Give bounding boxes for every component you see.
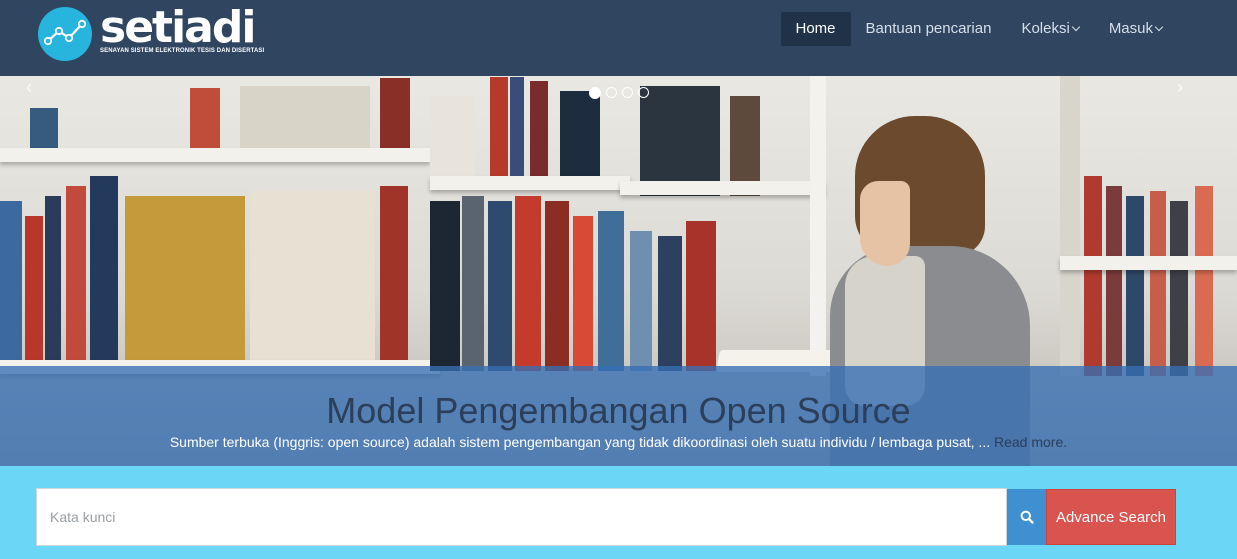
chevron-down-icon [1071,22,1081,32]
read-more-link[interactable]: Read more. [994,434,1067,450]
carousel-caption: Model Pengembangan Open Source Sumber te… [0,366,1237,466]
nav-koleksi-label: Koleksi [1021,20,1070,37]
brand-name: setiadi [100,2,256,53]
nav-bantuan-label: Bantuan pencarian [865,20,992,37]
navbar: setiadi SENAYAN SISTEM ELEKTRONIK TESIS … [0,0,1237,76]
line-chart-icon [38,7,92,61]
nav-koleksi-dropdown[interactable]: Koleksi [1006,12,1093,46]
caption-text: Sumber terbuka (Inggris: open source) ad… [0,434,1237,450]
nav-home-label: Home [795,20,836,37]
brand-logo[interactable]: setiadi SENAYAN SISTEM ELEKTRONIK TESIS … [38,2,265,61]
caption-title: Model Pengembangan Open Source [326,390,911,431]
search-button[interactable] [1007,489,1046,545]
caption-description: Sumber terbuka (Inggris: open source) ad… [169,434,991,450]
nav-masuk-dropdown[interactable]: Masuk [1094,12,1177,46]
nav-bantuan-pencarian[interactable]: Bantuan pencarian [851,12,1007,46]
hero-carousel: ‹ › Model Pengembangan Open Source Sumbe… [0,76,1237,466]
advance-search-button[interactable]: Advance Search [1046,489,1176,545]
chevron-down-icon [1154,22,1164,32]
main-nav: Home Bantuan pencarian Koleksi Masuk [780,12,1178,46]
carousel-next-icon[interactable]: › [1177,77,1183,98]
carousel-indicator-1[interactable] [588,87,601,99]
search-input[interactable] [36,488,1007,546]
nav-masuk-label: Masuk [1108,20,1153,37]
search-section: Advance Search [0,466,1237,559]
brand-tagline: SENAYAN SISTEM ELEKTRONIK TESIS DAN DISE… [100,48,265,54]
nav-home[interactable]: Home [780,12,851,46]
carousel-prev-icon[interactable]: ‹ [26,77,32,98]
carousel-indicator-2[interactable] [605,87,617,98]
carousel-indicators [0,87,1237,99]
search-icon [1020,510,1034,524]
carousel-indicator-4[interactable] [637,87,649,98]
carousel-indicator-3[interactable] [621,87,633,98]
